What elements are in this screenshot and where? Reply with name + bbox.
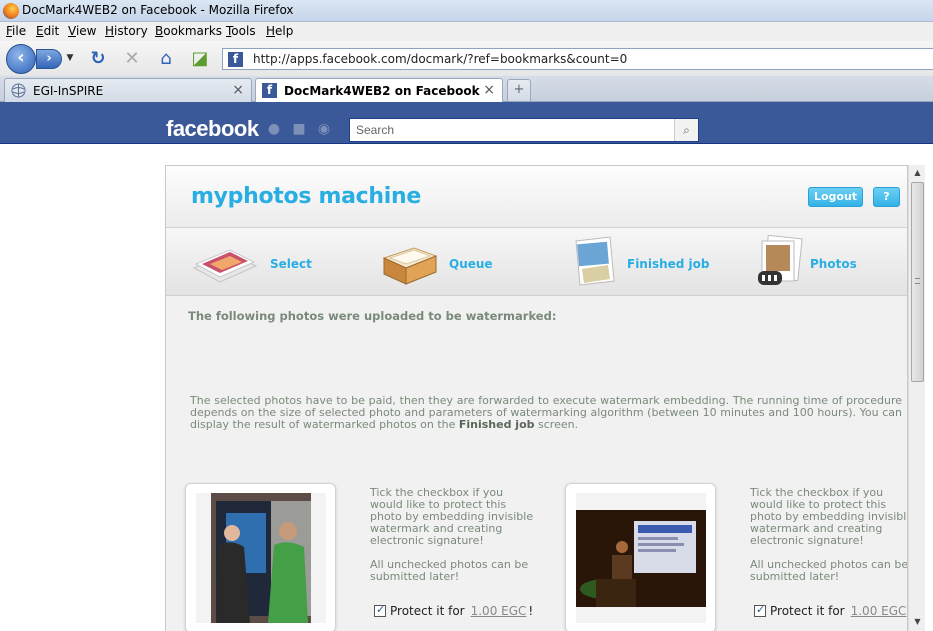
app-title: myphotos machine bbox=[191, 184, 421, 209]
nav-photos-label: Photos bbox=[810, 257, 857, 271]
window-title: DocMark4WEB2 on Facebook - Mozilla Firef… bbox=[22, 3, 294, 17]
later-note: All unchecked photos can be submitted la… bbox=[370, 558, 529, 583]
price-link[interactable]: 1.00 EGC bbox=[471, 604, 527, 618]
menu-view[interactable]: View bbox=[68, 24, 96, 38]
url-bar[interactable]: f http://apps.facebook.com/docmark/?ref=… bbox=[222, 48, 933, 70]
menu-tools[interactable]: Tools bbox=[226, 24, 256, 38]
tick-instruction: Tick the checkbox if you would like to p… bbox=[370, 486, 534, 547]
scroll-thumb[interactable] bbox=[911, 182, 924, 382]
scroll-up-icon[interactable]: ▲ bbox=[909, 165, 926, 180]
photo-image bbox=[211, 493, 311, 623]
addon-icon[interactable]: ◪ bbox=[190, 49, 210, 69]
app-navigation: Select Queue Finished job Photos bbox=[166, 228, 907, 296]
nav-select-label: Select bbox=[270, 257, 312, 271]
tick-instruction: Tick the checkbox if you would like to p… bbox=[750, 486, 908, 547]
menu-file[interactable]: File bbox=[6, 24, 26, 38]
facebook-favicon-icon: f bbox=[262, 83, 277, 98]
finished-job-link-text: Finished job bbox=[458, 418, 535, 431]
menu-edit[interactable]: Edit bbox=[36, 24, 59, 38]
facebook-logo[interactable]: facebook bbox=[166, 116, 259, 142]
menu-help[interactable]: Help bbox=[266, 24, 293, 38]
finished-photos-icon bbox=[575, 236, 615, 286]
tab-label: EGI-InSPIRE bbox=[33, 84, 104, 98]
menu-bar: File Edit View History Bookmarks Tools H… bbox=[0, 22, 933, 41]
protect-suffix: ! bbox=[528, 604, 534, 618]
tab-docmark[interactable]: f DocMark4WEB2 on Facebook × bbox=[255, 78, 503, 103]
help-button[interactable]: ? bbox=[873, 187, 900, 207]
nav-finished-job[interactable]: Finished job bbox=[572, 228, 722, 296]
scroll-down-icon[interactable]: ▼ bbox=[909, 614, 926, 629]
nav-queue[interactable]: Queue bbox=[380, 228, 510, 296]
protect-label: Protect it for bbox=[390, 604, 465, 618]
upload-heading: The following photos were uploaded to be… bbox=[188, 309, 557, 323]
url-text[interactable]: http://apps.facebook.com/docmark/?ref=bo… bbox=[253, 52, 627, 66]
tab-close-icon[interactable]: × bbox=[232, 82, 244, 98]
menu-history[interactable]: History bbox=[105, 24, 148, 38]
facebook-favicon-icon: f bbox=[228, 52, 243, 67]
history-dropdown-icon[interactable]: ▼ bbox=[64, 53, 76, 65]
card-instructions: Tick the checkbox if you would like to p… bbox=[370, 487, 535, 595]
protect-row: Protect it for1.00 EGC! bbox=[754, 603, 907, 618]
protect-checkbox[interactable] bbox=[754, 603, 766, 617]
search-input[interactable] bbox=[350, 119, 675, 141]
photo-stack-icon bbox=[192, 249, 258, 283]
card-instructions: Tick the checkbox if you would like to p… bbox=[750, 486, 908, 595]
inbox-tray-icon bbox=[382, 247, 438, 285]
photo-image bbox=[576, 493, 706, 623]
tab-close-icon[interactable]: × bbox=[483, 82, 495, 98]
facebook-search: ⌕ bbox=[349, 118, 699, 142]
photo-thumbnail[interactable] bbox=[196, 493, 326, 623]
app-canvas: myphotos machine Logout ? Select Queue F… bbox=[165, 165, 908, 631]
photos-film-icon bbox=[758, 235, 803, 285]
protect-checkbox[interactable] bbox=[374, 603, 386, 617]
nav-queue-label: Queue bbox=[449, 257, 493, 271]
info-paragraph-post: screen. bbox=[538, 418, 579, 431]
tab-label: DocMark4WEB2 on Facebook bbox=[284, 84, 480, 98]
notifications-globe-icon[interactable]: ◉ bbox=[316, 121, 332, 137]
nav-finished-job-label: Finished job bbox=[627, 257, 710, 271]
friend-requests-icon[interactable]: ● bbox=[266, 121, 282, 137]
back-button[interactable]: ‹ bbox=[6, 44, 36, 74]
messages-icon[interactable]: ■ bbox=[291, 121, 307, 137]
photo-thumbnail[interactable] bbox=[576, 493, 706, 623]
info-paragraph: The selected photos have to be paid, the… bbox=[190, 395, 902, 431]
later-note: All unchecked photos can be submitted la… bbox=[750, 558, 908, 583]
protect-row: Protect it for 1.00 EGC! bbox=[374, 603, 534, 618]
new-tab-button[interactable]: + bbox=[507, 79, 531, 101]
menu-bookmarks[interactable]: Bookmarks bbox=[155, 24, 222, 38]
tab-bar: EGI-InSPIRE × f DocMark4WEB2 on Facebook… bbox=[0, 76, 933, 103]
tab-egi-inspire[interactable]: EGI-InSPIRE × bbox=[4, 78, 252, 102]
photo-card bbox=[185, 483, 336, 631]
egi-globe-icon bbox=[11, 83, 26, 98]
nav-photos[interactable]: Photos bbox=[756, 228, 896, 296]
facebook-header: facebook ● ■ ◉ ⌕ bbox=[0, 102, 933, 144]
firefox-icon bbox=[3, 3, 19, 19]
reload-icon[interactable]: ↻ bbox=[88, 49, 108, 69]
photo-card bbox=[565, 483, 716, 631]
protect-label: Protect it for bbox=[770, 604, 845, 618]
stop-icon[interactable]: ✕ bbox=[122, 49, 142, 69]
home-icon[interactable]: ⌂ bbox=[156, 49, 176, 69]
grip-icon bbox=[915, 278, 920, 284]
price-link[interactable]: 1.00 EGC bbox=[851, 604, 907, 618]
search-icon[interactable]: ⌕ bbox=[674, 119, 698, 141]
app-scrollbar[interactable]: ▲ ▼ bbox=[908, 165, 925, 631]
window-titlebar: DocMark4WEB2 on Facebook - Mozilla Firef… bbox=[0, 0, 933, 22]
forward-button[interactable]: › bbox=[36, 49, 62, 69]
app-header: myphotos machine Logout ? bbox=[166, 166, 907, 228]
nav-select[interactable]: Select bbox=[190, 228, 320, 296]
logout-button[interactable]: Logout bbox=[808, 187, 863, 207]
navigation-toolbar: ‹ › ▼ ↻ ✕ ⌂ ◪ f http://apps.facebook.com… bbox=[0, 41, 933, 76]
